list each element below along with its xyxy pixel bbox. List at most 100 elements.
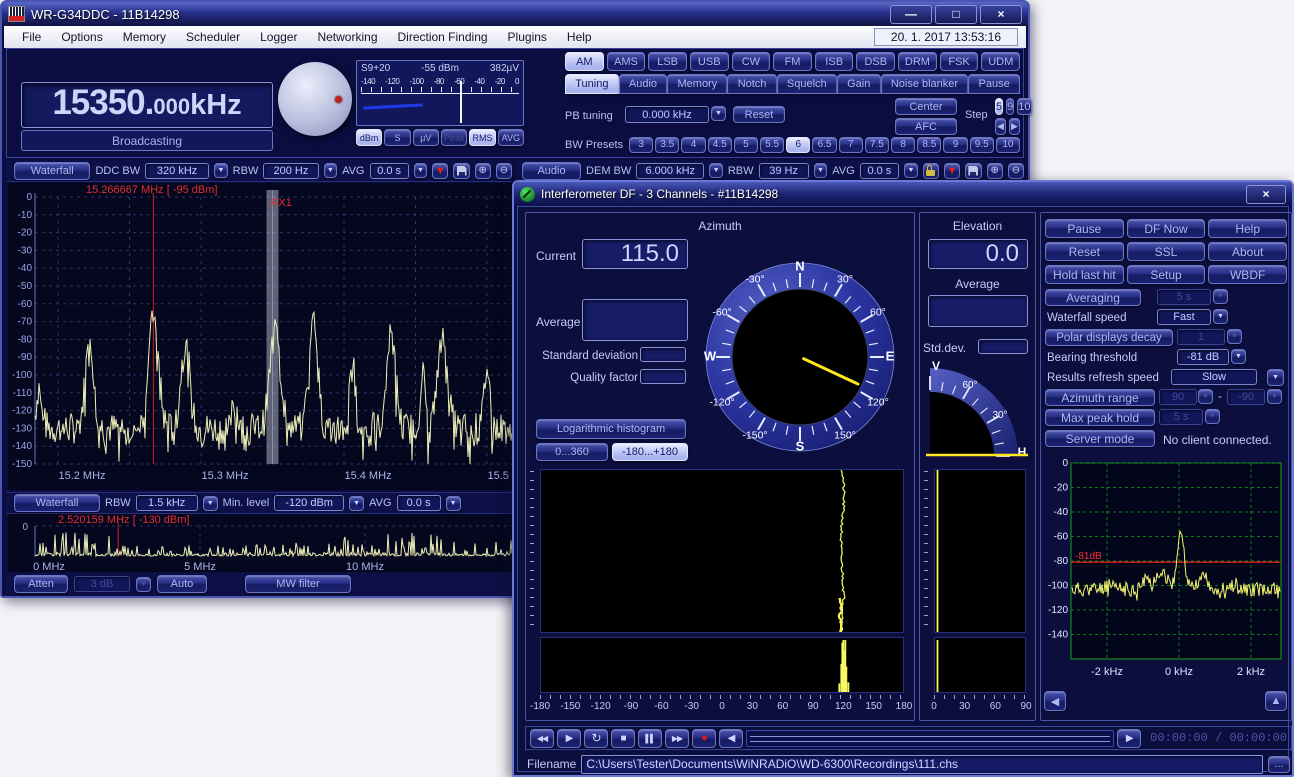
bw-preset-button[interactable]: 7.5: [865, 137, 889, 153]
df-reset-button[interactable]: Reset: [1045, 242, 1124, 261]
lock-icon[interactable]: [923, 163, 939, 179]
peak-up-icon[interactable]: ▲: [1265, 691, 1287, 711]
audio-zoom-out-icon[interactable]: ⊖: [1008, 163, 1024, 179]
auto-atten-button[interactable]: Auto: [157, 575, 207, 593]
dem-bw-value[interactable]: 6.000 kHz: [636, 163, 704, 179]
wideband-avg-dropdown[interactable]: ▼: [446, 496, 461, 511]
max-peak-hold-button[interactable]: Max peak hold: [1045, 409, 1155, 426]
afc-button[interactable]: AFC: [895, 118, 957, 135]
df-now-button[interactable]: DF Now: [1127, 219, 1206, 238]
mode-button[interactable]: UDM: [981, 52, 1020, 71]
receiver-tab[interactable]: Pause: [968, 74, 1020, 94]
df-wbdf-button[interactable]: WBDF: [1208, 265, 1287, 284]
averaging-value[interactable]: 5 s: [1157, 289, 1211, 305]
averaging-button[interactable]: Averaging: [1045, 289, 1141, 306]
avg-dropdown[interactable]: ▼: [414, 163, 428, 178]
bw-preset-button[interactable]: 6.5: [812, 137, 836, 153]
tuning-knob[interactable]: [278, 62, 352, 136]
save-icon[interactable]: [453, 163, 469, 179]
df-about-button[interactable]: About: [1208, 242, 1287, 261]
audio-rbw-value[interactable]: 39 Hz: [759, 163, 809, 179]
audio-avg-dropdown[interactable]: ▼: [904, 163, 918, 178]
df-close-button[interactable]: ×: [1246, 185, 1286, 204]
receiver-tab[interactable]: Gain: [837, 74, 881, 94]
band-label[interactable]: Broadcasting: [21, 130, 273, 151]
df-setup-button[interactable]: Setup: [1127, 265, 1206, 284]
df-ssl-button[interactable]: SSL: [1127, 242, 1206, 261]
df-pause-button[interactable]: Pause: [1045, 219, 1124, 238]
atten-value[interactable]: 3 dB: [74, 576, 130, 592]
bw-preset-button[interactable]: 5.5: [760, 137, 784, 153]
dem-bw-dropdown[interactable]: ▼: [709, 163, 723, 178]
bw-preset-button[interactable]: 8.5: [917, 137, 941, 153]
bw-preset-button[interactable]: 4.5: [708, 137, 732, 153]
audio-avg-value[interactable]: 0.0 s: [860, 163, 899, 179]
audio-rbw-dropdown[interactable]: ▼: [814, 163, 828, 178]
audio-save-icon[interactable]: [965, 163, 981, 179]
menu-item[interactable]: Memory: [113, 30, 176, 44]
df-hold-last-hit-button[interactable]: Hold last hit: [1045, 265, 1124, 284]
browse-button[interactable]: ...: [1268, 756, 1290, 773]
azimuth-range-to-dropdown[interactable]: ▼: [1267, 389, 1282, 404]
min-level-value[interactable]: -120 dBm: [274, 495, 344, 511]
receiver-tab[interactable]: Audio: [619, 74, 668, 94]
polar-decay-button[interactable]: Polar displays decay: [1045, 329, 1173, 346]
main-titlebar[interactable]: WR-G34DDC - 11B14298 — □ ×: [2, 2, 1028, 26]
bw-preset-button[interactable]: 7: [839, 137, 863, 153]
menu-item[interactable]: Logger: [250, 30, 307, 44]
reset-button[interactable]: Reset: [733, 106, 785, 123]
pb-tuning-value[interactable]: 0.000 kHz: [625, 106, 709, 123]
wideband-rbw-value[interactable]: 1.5 kHz: [136, 495, 198, 511]
mode-button[interactable]: DRM: [898, 52, 937, 71]
zoom-in-icon[interactable]: ⊕: [475, 163, 491, 179]
audio-marker-icon[interactable]: ▼: [944, 163, 960, 179]
rbw-value[interactable]: 200 Hz: [263, 163, 318, 179]
loop-icon[interactable]: ↻: [584, 729, 608, 748]
audio-toggle-button[interactable]: Audio: [522, 162, 581, 180]
minimize-button[interactable]: —: [890, 5, 932, 24]
refresh-speed-dropdown[interactable]: ▼: [1267, 369, 1284, 386]
bw-preset-button[interactable]: 9.5: [970, 137, 994, 153]
bw-preset-button[interactable]: 9: [943, 137, 967, 153]
bearing-threshold-value[interactable]: -81 dB: [1177, 349, 1229, 365]
smeter-unit-button[interactable]: dBm: [356, 129, 382, 146]
refresh-speed-value[interactable]: Slow: [1171, 369, 1257, 385]
menu-item[interactable]: Help: [557, 30, 602, 44]
step-down-icon[interactable]: ◀: [995, 118, 1006, 135]
mode-button[interactable]: AMS: [607, 52, 646, 71]
receiver-tab[interactable]: Notch: [727, 74, 776, 94]
menu-item[interactable]: Networking: [307, 30, 387, 44]
seek-slider[interactable]: [746, 730, 1114, 747]
menu-item[interactable]: Options: [51, 30, 112, 44]
seek-right-icon[interactable]: ▶: [1117, 729, 1141, 748]
receiver-tab[interactable]: Noise blanker: [881, 74, 969, 94]
bw-preset-button[interactable]: 8: [891, 137, 915, 153]
filename-input[interactable]: C:\Users\Tester\Documents\WiNRADiO\WD-63…: [581, 755, 1263, 774]
bw-preset-button[interactable]: 10: [996, 137, 1020, 153]
rewind-icon[interactable]: ◀◀: [530, 729, 554, 748]
wideband-rbw-dropdown[interactable]: ▼: [203, 496, 218, 511]
max-peak-hold-dropdown[interactable]: ▼: [1205, 409, 1220, 424]
waterfall-toggle-button[interactable]: Waterfall: [14, 162, 90, 180]
averaging-dropdown[interactable]: ▼: [1213, 289, 1228, 304]
mode-button[interactable]: FM: [773, 52, 812, 71]
azimuth-range-from[interactable]: 90: [1159, 389, 1197, 405]
receiver-tab[interactable]: Tuning: [565, 74, 619, 94]
mode-button[interactable]: USB: [690, 52, 729, 71]
atten-button[interactable]: Atten: [14, 575, 68, 593]
server-mode-button[interactable]: Server mode: [1045, 430, 1155, 447]
mode-button[interactable]: DSB: [856, 52, 895, 71]
smeter-unit-button[interactable]: AVG: [498, 129, 524, 146]
menu-item[interactable]: Direction Finding: [388, 30, 498, 44]
play-icon[interactable]: ▶: [557, 729, 581, 748]
min-level-dropdown[interactable]: ▼: [349, 496, 364, 511]
fast-forward-icon[interactable]: ▶▶: [665, 729, 689, 748]
bearing-threshold-dropdown[interactable]: ▼: [1231, 349, 1246, 364]
seek-left-icon[interactable]: ◀: [719, 729, 743, 748]
mode-button[interactable]: ISB: [815, 52, 854, 71]
mode-button[interactable]: CW: [732, 52, 771, 71]
azimuth-range-180-button[interactable]: -180...+180: [612, 443, 688, 461]
smeter-unit-button[interactable]: µV: [413, 129, 439, 146]
wideband-avg-value[interactable]: 0.0 s: [397, 495, 441, 511]
azimuth-range-from-dropdown[interactable]: ▼: [1198, 389, 1213, 404]
